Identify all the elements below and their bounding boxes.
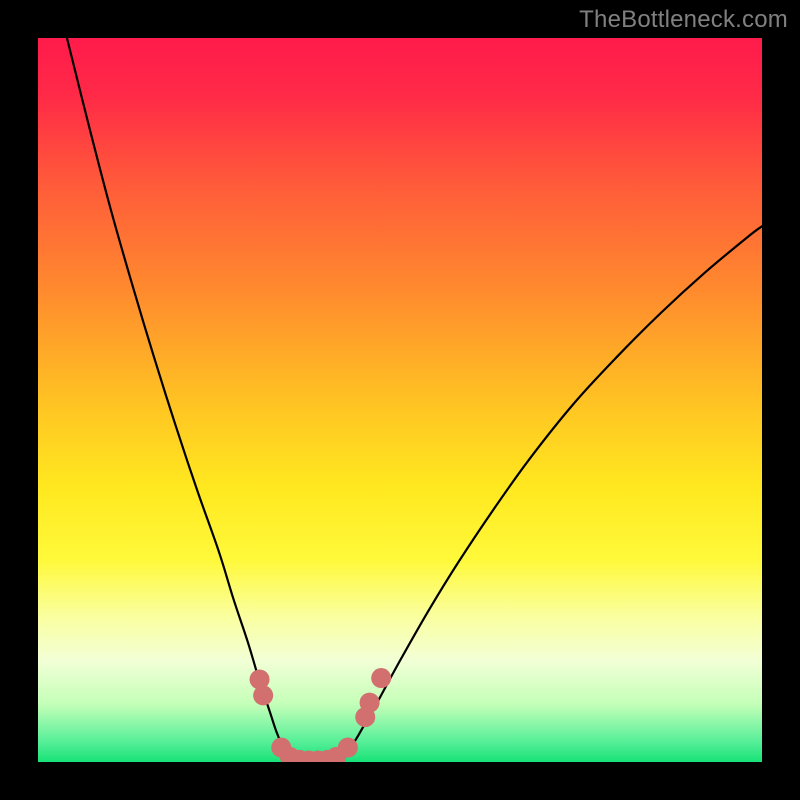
gradient-background	[38, 38, 762, 762]
plot-svg	[38, 38, 762, 762]
watermark-text: TheBottleneck.com	[579, 6, 788, 34]
marker-point	[360, 693, 380, 713]
marker-point	[338, 738, 358, 758]
marker-point	[371, 668, 391, 688]
marker-point	[253, 685, 273, 705]
plot-area	[38, 38, 762, 762]
chart-container: TheBottleneck.com	[0, 0, 800, 800]
